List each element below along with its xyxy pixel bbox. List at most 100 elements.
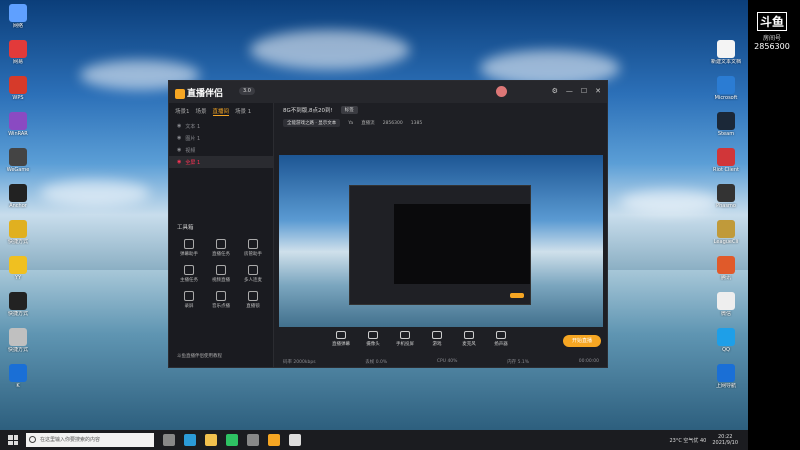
desktop-icon[interactable]: 新建文本文档 [708, 40, 744, 65]
room-tag-chip[interactable]: 标签 [340, 106, 358, 114]
desktop-icon[interactable]: QQ [708, 328, 744, 353]
explorer-icon[interactable] [205, 434, 217, 446]
source-label: 游戏 [432, 342, 442, 347]
clock[interactable]: 20:22 2021/9/10 [712, 434, 738, 446]
live-companion-window[interactable]: 直播伴侣 3.0 ⚙ — ☐ ✕ 场景1 场景 直播间 场景 1 ◉ 文本 1 ◉ 图片 1 ◉ 视频… [168, 80, 608, 368]
desktop-icon-label: 网络 [12, 23, 23, 29]
tool-icon [248, 291, 258, 301]
tab-场景 1[interactable]: 场景 1 [235, 107, 251, 116]
app-icon [9, 292, 27, 310]
eye-icon[interactable]: ◉ [177, 147, 181, 153]
tab-场景[interactable]: 场景 [196, 107, 207, 116]
desktop-icon[interactable]: 网络 [0, 4, 36, 29]
maximize-icon[interactable]: ☐ [581, 87, 587, 95]
scene-tabs: 场景1 场景 直播间 场景 1 [169, 103, 273, 120]
windows-start-icon[interactable] [8, 435, 18, 445]
desktop-icon[interactable]: 网易 [0, 40, 36, 65]
source-button[interactable]: 摄像头 [363, 331, 383, 347]
category-chip[interactable]: 全能游戏之路 · 显示文本 [283, 119, 341, 127]
app-icon [717, 364, 735, 382]
scene-item[interactable]: ◉ 全屏 1 [169, 156, 273, 168]
source-icon [464, 331, 474, 339]
tool-item[interactable]: 直播锁 [237, 291, 269, 309]
huya-icon[interactable] [268, 434, 280, 446]
tab-场景1[interactable]: 场景1 [175, 107, 190, 116]
desktop-icon[interactable]: Microsoft [708, 76, 744, 101]
stream-stats: 码率 2000kbps 丢帧 0.0% CPU 40% 内存 5.1% 00:00:00 [275, 359, 607, 365]
app-icon [717, 40, 735, 58]
scene-item[interactable]: ◉ 视频 [169, 144, 273, 156]
taskbar: 在这里输入你要搜索的内容 23°C 空气优 40 20:22 2021/9/10 [0, 430, 748, 450]
eye-icon[interactable]: ◉ [177, 123, 181, 129]
douyu-watermark: 斗鱼 房间号 2856300 [750, 12, 794, 51]
desktop-icon-label: 上网导航 [715, 383, 736, 389]
room-info-item: 直播流 [361, 121, 375, 126]
desktop-icon[interactable]: YY [0, 256, 36, 281]
settings-icon[interactable]: ⚙ [552, 87, 558, 95]
task-view-icon[interactable] [163, 434, 175, 446]
desktop-icon[interactable]: 快捷方式 [0, 220, 36, 245]
taskbar-search-input[interactable]: 在这里输入你要搜索的内容 [26, 433, 154, 447]
version-badge: 3.0 [239, 87, 255, 95]
eye-icon[interactable]: ◉ [177, 159, 181, 165]
desktop-icon[interactable]: 快捷方式 [0, 292, 36, 317]
stream-preview[interactable] [279, 155, 603, 341]
desktop-icon[interactable]: Phasmo [708, 184, 744, 209]
app-icon[interactable] [247, 434, 259, 446]
avatar[interactable] [496, 86, 507, 97]
desktop-icon[interactable]: WeGame [0, 148, 36, 173]
tool-item[interactable]: 视频直播 [205, 265, 237, 283]
edge-icon[interactable] [184, 434, 196, 446]
desktop-icon-label: 快捷方式 [7, 239, 28, 245]
app-icon [9, 256, 27, 274]
eye-icon[interactable]: ◉ [177, 135, 181, 141]
desktop-icon-label: 网易 [12, 59, 23, 65]
scene-label: 文本 1 [185, 123, 201, 130]
scene-item[interactable]: ◉ 文本 1 [169, 120, 273, 132]
desktop-icon[interactable]: Riot Client [708, 148, 744, 173]
tool-item[interactable]: 主播任务 [173, 265, 205, 283]
tool-item[interactable]: 弹幕助手 [173, 239, 205, 257]
desktop-icon[interactable]: 上网导航 [708, 364, 744, 389]
source-button[interactable]: 麦克风 [459, 331, 479, 347]
source-button[interactable]: 扬声器 [491, 331, 511, 347]
source-icon [368, 331, 378, 339]
desktop-icon-label: Riot Client [713, 167, 739, 173]
tool-label: 多人连麦 [244, 278, 262, 283]
tool-item[interactable]: 房管助手 [237, 239, 269, 257]
desktop-icon[interactable]: LeagueCli [708, 220, 744, 245]
room-title[interactable]: 8G不到版,8点20到! [283, 106, 333, 114]
app-titlebar[interactable]: 直播伴侣 3.0 ⚙ — ☐ ✕ [169, 81, 607, 103]
toolbox-grid: 弹幕助手 直播任务 房管助手主播任务 视频直播 多人连麦录屏 音乐点播 直播锁 [173, 239, 269, 309]
scene-item[interactable]: ◉ 图片 1 [169, 132, 273, 144]
wechat-icon[interactable] [226, 434, 238, 446]
main-panel: 8G不到版,8点20到! 标签 全能游戏之路 · 显示文本 Ya 直播流 28563… [275, 103, 607, 367]
stat-item: 00:00:00 [578, 359, 599, 364]
desktop-icon[interactable]: 快捷方式 [0, 328, 36, 353]
system-tray: 23°C 空气优 40 20:22 2021/9/10 [669, 430, 738, 450]
nested-preview-window [349, 185, 531, 305]
source-label: 麦克风 [462, 342, 476, 347]
tutorial-link[interactable]: 斗鱼直播伴侣使用教程 [177, 353, 222, 359]
source-button[interactable]: 手机投屏 [395, 331, 415, 347]
scene-list: ◉ 文本 1 ◉ 图片 1 ◉ 视频 ◉ 全屏 1 [169, 120, 273, 168]
desktop-icon[interactable]: WPS [0, 76, 36, 101]
tool-item[interactable]: 录屏 [173, 291, 205, 309]
source-button[interactable]: 游戏 [427, 331, 447, 347]
minimize-icon[interactable]: — [566, 87, 573, 95]
desktop-icon[interactable]: 微信 [708, 292, 744, 317]
desktop-icon[interactable]: K [0, 364, 36, 389]
source-button[interactable]: 直播弹幕 [331, 331, 351, 347]
desktop-icon[interactable]: WinRAR [0, 112, 36, 137]
desktop-icon[interactable]: Anchor [0, 184, 36, 209]
app2-icon[interactable] [289, 434, 301, 446]
start-live-button[interactable]: 开始直播 [563, 335, 601, 347]
tool-item[interactable]: 多人连麦 [237, 265, 269, 283]
weather-widget[interactable]: 23°C 空气优 40 [669, 437, 706, 444]
tab-直播间[interactable]: 直播间 [212, 107, 230, 116]
tool-item[interactable]: 音乐点播 [205, 291, 237, 309]
tool-item[interactable]: 直播任务 [205, 239, 237, 257]
close-icon[interactable]: ✕ [595, 87, 601, 95]
desktop-icon[interactable]: 腾讯 [708, 256, 744, 281]
desktop-icon[interactable]: Steam [708, 112, 744, 137]
